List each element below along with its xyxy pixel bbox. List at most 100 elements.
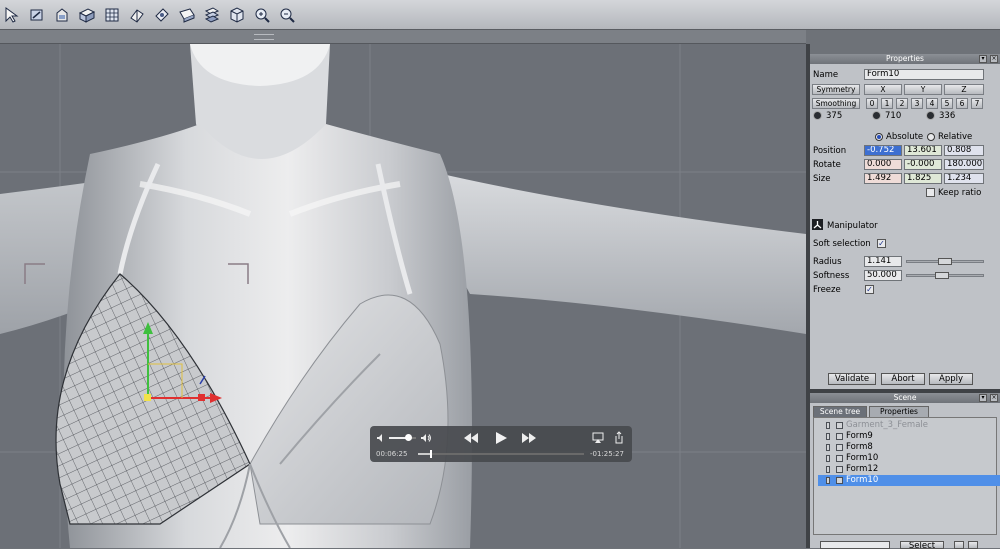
layer-icon[interactable] [127, 5, 146, 24]
rewind-button[interactable] [463, 432, 479, 444]
resize-grip[interactable] [254, 34, 274, 40]
speaker-high-icon [420, 433, 432, 443]
symmetry-x-button[interactable]: X [864, 84, 902, 95]
properties-panel-title: Properties ▾ × [810, 54, 1000, 64]
size-label: Size [813, 174, 831, 184]
absolute-radio[interactable] [875, 133, 883, 141]
soft-selection-label: Soft selection [813, 239, 871, 249]
box-tool-icon[interactable] [77, 5, 96, 24]
smoothing-level-6[interactable]: 6 [956, 98, 968, 109]
face-count-icon [926, 111, 935, 120]
soft-selection-checkbox[interactable]: ✓ [877, 239, 886, 248]
scene-tree-item[interactable]: Garment_3_Female [818, 420, 1000, 431]
scene-tree-item[interactable]: Form12 [818, 464, 1000, 475]
eye-icon [836, 444, 843, 451]
eye-icon [836, 477, 843, 484]
lock-icon [826, 433, 830, 440]
freeze-checkbox[interactable]: ✓ [865, 285, 874, 294]
validate-button[interactable]: Validate [828, 373, 876, 385]
share-icon[interactable] [614, 431, 624, 444]
3d-viewport[interactable]: 00:06:25 -01:25:27 [0, 44, 806, 548]
position-y-field[interactable]: 13.601 [904, 145, 942, 156]
eye-icon [836, 433, 843, 440]
abort-button[interactable]: Abort [881, 373, 925, 385]
eye-icon [836, 466, 843, 473]
fast-forward-button[interactable] [521, 432, 537, 444]
scene-tree-item[interactable]: Form8 [818, 442, 1000, 453]
rotate-tool-icon[interactable] [27, 5, 46, 24]
scene-minimize-icon[interactable]: ▾ [979, 394, 987, 402]
position-z-field[interactable]: 0.808 [944, 145, 984, 156]
rotate-z-field[interactable]: 180.000 [944, 159, 984, 170]
scene-close-icon[interactable]: × [990, 394, 998, 402]
smoothing-level-0[interactable]: 0 [866, 98, 878, 109]
scene-tree-item[interactable]: Form9 [818, 431, 1000, 442]
symmetry-z-button[interactable]: Z [944, 84, 984, 95]
softness-field[interactable]: 50.000 [864, 270, 902, 281]
symmetry-button[interactable]: Symmetry [812, 84, 860, 95]
relative-label: Relative [938, 132, 973, 142]
edge-count-icon [872, 111, 881, 120]
zoom-in-icon[interactable] [252, 5, 271, 24]
airplay-icon[interactable] [592, 432, 604, 444]
tab-scene-tree[interactable]: Scene tree [813, 406, 867, 417]
smoothing-button[interactable]: Smoothing [812, 98, 860, 109]
radius-field[interactable]: 1.141 [864, 256, 902, 267]
scene-panel-title: Scene ▾ × [810, 393, 1000, 403]
keep-ratio-checkbox[interactable] [926, 188, 935, 197]
smoothing-level-5[interactable]: 5 [941, 98, 953, 109]
softness-label: Softness [813, 271, 850, 281]
scene-tree: Garment_3_Female Form9 Form8 Form10 Form… [813, 417, 1000, 535]
position-x-field[interactable]: -0.752 [864, 145, 902, 156]
viewport-header-strip [0, 30, 806, 44]
lock-icon [826, 477, 830, 484]
panel-close-icon[interactable]: × [990, 55, 998, 63]
size-x-field[interactable]: 1.492 [864, 173, 902, 184]
smoothing-level-7[interactable]: 7 [971, 98, 983, 109]
radius-slider-knob[interactable] [938, 258, 952, 265]
scene-tree-item[interactable]: Form10 [818, 453, 1000, 464]
manipulator-label: Manipulator [827, 221, 878, 231]
scene-tree-item-selected[interactable]: Form10 [818, 475, 1000, 486]
smoothing-level-3[interactable]: 3 [911, 98, 923, 109]
volume-slider-track[interactable] [389, 434, 416, 441]
zoom-out-icon[interactable] [277, 5, 296, 24]
mesh-tool-icon[interactable] [102, 5, 121, 24]
speaker-low-icon [376, 433, 386, 443]
rotate-x-field[interactable]: 0.000 [864, 159, 902, 170]
softness-slider-knob[interactable] [935, 272, 949, 279]
main-toolbar [0, 0, 1000, 30]
keep-ratio-label: Keep ratio [938, 188, 982, 198]
panel-minimize-icon[interactable]: ▾ [979, 55, 987, 63]
eye-icon [836, 455, 843, 462]
rotate-label: Rotate [813, 160, 841, 170]
viewport-canvas[interactable] [0, 44, 806, 548]
play-button[interactable] [494, 431, 508, 445]
size-z-field[interactable]: 1.234 [944, 173, 984, 184]
right-dock: Properties ▾ × Name Form10 Symmetry X Y … [810, 54, 1000, 549]
tab-scene-properties[interactable]: Properties [869, 406, 929, 417]
name-field[interactable]: Form10 [864, 69, 984, 80]
sculpt-tool-icon[interactable] [152, 5, 171, 24]
progress-track[interactable] [418, 450, 584, 458]
smoothing-level-4[interactable]: 4 [926, 98, 938, 109]
size-y-field[interactable]: 1.825 [904, 173, 942, 184]
relative-radio[interactable] [927, 133, 935, 141]
absolute-label: Absolute [886, 132, 924, 142]
rotate-y-field[interactable]: -0.000 [904, 159, 942, 170]
paint-bucket-icon[interactable] [52, 5, 71, 24]
video-player-overlay[interactable]: 00:06:25 -01:25:27 [370, 426, 632, 462]
vertex-count-icon [813, 111, 822, 120]
smoothing-level-2[interactable]: 2 [896, 98, 908, 109]
smoothing-level-1[interactable]: 1 [881, 98, 893, 109]
cube-icon[interactable] [227, 5, 246, 24]
freeze-label: Freeze [813, 285, 841, 295]
select-tool-icon[interactable] [2, 5, 21, 24]
face-count: 336 [939, 111, 956, 121]
stack-icon[interactable] [202, 5, 221, 24]
lock-icon [826, 444, 830, 451]
deform-tool-icon[interactable] [177, 5, 196, 24]
apply-button[interactable]: Apply [929, 373, 973, 385]
vertex-count: 375 [826, 111, 843, 121]
symmetry-y-button[interactable]: Y [904, 84, 942, 95]
